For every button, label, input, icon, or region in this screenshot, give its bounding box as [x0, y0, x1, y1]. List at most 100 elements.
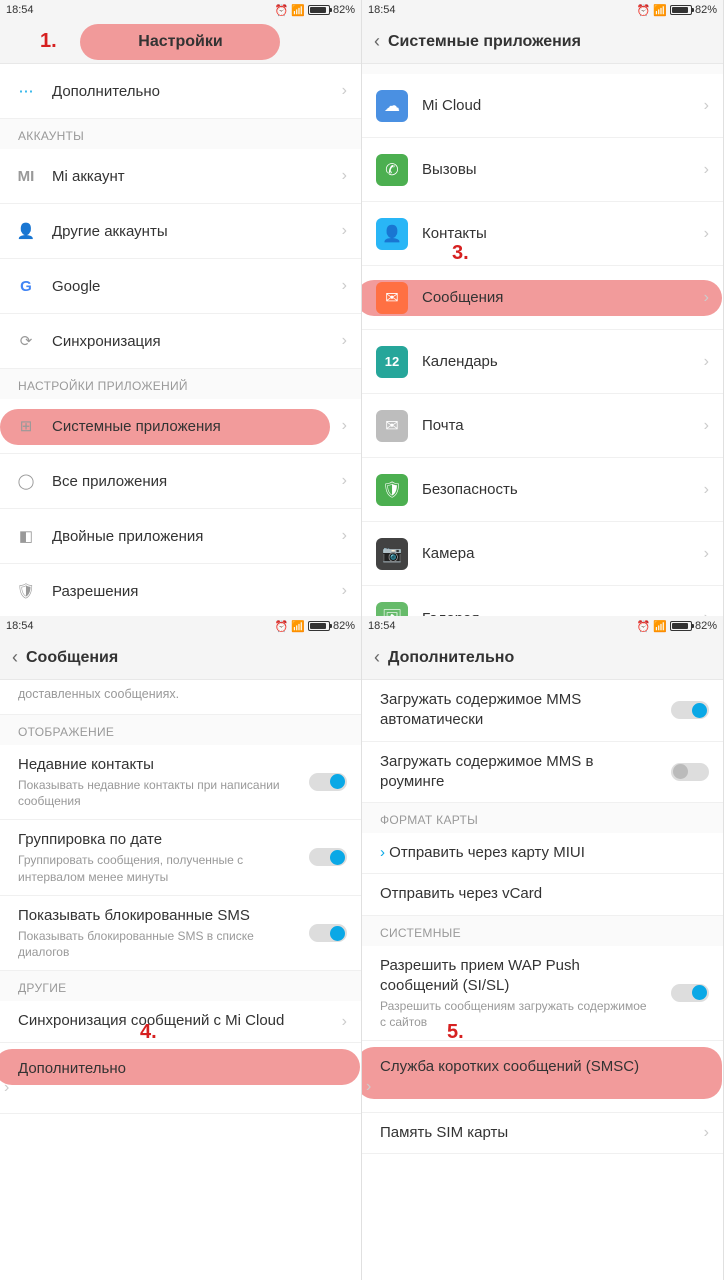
row-mi-cloud[interactable]: ☁ Mi Cloud › [362, 74, 723, 138]
shield-icon: 🛡 [14, 579, 38, 603]
content: ⋯ Дополнительно › АККАУНТЫ MI Mi аккаунт… [0, 64, 361, 616]
back-button[interactable]: ‹ [374, 31, 380, 52]
row-google[interactable]: G Google › [0, 259, 361, 314]
row-sync-cloud[interactable]: Синхронизация сообщений с Mi Cloud › [0, 1001, 361, 1042]
row-all-apps[interactable]: ◯ Все приложения › [0, 454, 361, 509]
chevron-right-icon: › [4, 1079, 9, 1096]
annotation-1: 1. [40, 30, 57, 53]
label: Безопасность [422, 481, 704, 498]
row-wap-push[interactable]: Разрешить прием WAP Push сообщений (SI/S… [362, 946, 723, 1042]
row-group-date[interactable]: Группировка по дате Группировать сообщен… [0, 820, 361, 896]
row-more[interactable]: 4. Дополнительно › [0, 1043, 361, 1114]
chevron-right-icon: › [704, 609, 709, 616]
row-mi-account[interactable]: MI Mi аккаунт › [0, 149, 361, 204]
label: Загружать содержимое MMS в роуминге [380, 752, 705, 793]
row-more[interactable]: ⋯ Дополнительно › [0, 64, 361, 119]
toggle[interactable] [309, 848, 347, 866]
row-mail[interactable]: ✉ Почта › [362, 394, 723, 458]
chevron-right-icon: › [704, 353, 709, 371]
row-mms-auto[interactable]: Загружать содержимое MMS автоматически [362, 680, 723, 742]
status-right: ⏰ 📶 82% [637, 620, 717, 633]
desc: Показывать недавние контакты при написан… [18, 777, 343, 809]
section-card: ФОРМАТ КАРТЫ [362, 803, 723, 833]
chevron-right-icon: › [704, 225, 709, 243]
status-time: 18:54 [6, 4, 34, 16]
chevron-right-icon: › [342, 222, 347, 240]
row-recent-contacts[interactable]: Недавние контакты Показывать недавние ко… [0, 745, 361, 821]
row-calls[interactable]: ✆ Вызовы › [362, 138, 723, 202]
section-system: СИСТЕМНЫЕ [362, 916, 723, 946]
label: Служба коротких сообщений (SMSC) [380, 1057, 705, 1077]
label: Синхронизация [52, 333, 342, 350]
row-send-miui[interactable]: Отправить через карту MIUI [362, 833, 723, 874]
label: Разрешить прием WAP Push сообщений (SI/S… [380, 956, 705, 997]
battery-pct: 82% [695, 620, 717, 632]
desc: Показывать блокированные SMS в списке ди… [18, 928, 343, 960]
row-mms-roaming[interactable]: Загружать содержимое MMS в роуминге [362, 742, 723, 804]
toggle[interactable] [671, 763, 709, 781]
navbar: ‹ Сообщения [0, 636, 361, 680]
signal-icon: 📶 [653, 620, 667, 633]
content: Загружать содержимое MMS автоматически З… [362, 680, 723, 1154]
chevron-right-icon: › [704, 1124, 709, 1142]
row-calendar[interactable]: 12 Календарь › [362, 330, 723, 394]
row-smsc[interactable]: 5. Служба коротких сообщений (SMSC) › [362, 1041, 723, 1112]
dual-icon: ◧ [14, 524, 38, 548]
row-sim-memory[interactable]: Память SIM карты › [362, 1113, 723, 1154]
toggle[interactable] [671, 984, 709, 1002]
label: Двойные приложения [52, 528, 342, 545]
section-apps: НАСТРОЙКИ ПРИЛОЖЕНИЙ [0, 369, 361, 399]
navbar: ‹ Системные приложения [362, 20, 723, 64]
section-accounts: АККАУНТЫ [0, 119, 361, 149]
row-permissions[interactable]: 🛡 Разрешения › [0, 564, 361, 616]
row-dual-apps[interactable]: ◧ Двойные приложения › [0, 509, 361, 564]
label: Синхронизация сообщений с Mi Cloud [18, 1011, 343, 1031]
battery-pct: 82% [333, 4, 355, 16]
row-other-accounts[interactable]: 👤 Другие аккаунты › [0, 204, 361, 259]
google-icon: G [14, 274, 38, 298]
statusbar: 18:54 ⏰ 📶 82% [0, 616, 361, 636]
chevron-right-icon: › [342, 1013, 347, 1031]
row-camera[interactable]: 📷 Камера › [362, 522, 723, 586]
toggle[interactable] [309, 773, 347, 791]
toggle[interactable] [671, 701, 709, 719]
chevron-right-icon: › [704, 161, 709, 179]
row-sync[interactable]: ⟳ Синхронизация › [0, 314, 361, 369]
gallery-icon: 🖼 [376, 602, 408, 616]
row-gallery[interactable]: 🖼 Галерея › [362, 586, 723, 616]
camera-icon: 📷 [376, 538, 408, 570]
section-other: ДРУГИЕ [0, 971, 361, 1001]
navbar: ‹ Дополнительно [362, 636, 723, 680]
status-right: ⏰ 📶 82% [275, 620, 355, 633]
label: Другие аккаунты [52, 223, 342, 240]
row-security[interactable]: 🛡 Безопасность › [362, 458, 723, 522]
signal-icon: 📶 [291, 4, 305, 17]
page-title: Настройки [138, 33, 222, 51]
chevron-right-icon: › [342, 332, 347, 350]
statusbar: 18:54 ⏰ 📶 82% [0, 0, 361, 20]
label: Контакты [422, 225, 704, 242]
label: Сообщения [422, 289, 704, 306]
row-show-blocked[interactable]: Показывать блокированные SMS Показывать … [0, 896, 361, 972]
row-messages[interactable]: 3. ✉ Сообщения › [362, 266, 723, 330]
row-send-vcard[interactable]: Отправить через vCard [362, 874, 723, 915]
statusbar: 18:54 ⏰ 📶 82% [362, 616, 723, 636]
label: Системные приложения [52, 418, 342, 435]
row-system-apps[interactable]: ⊞ Системные приложения › [0, 399, 361, 454]
phone-icon: ✆ [376, 154, 408, 186]
battery-icon [308, 621, 330, 631]
desc: Группировать сообщения, полученные с инт… [18, 852, 343, 884]
circle-icon: ◯ [14, 469, 38, 493]
back-button[interactable]: ‹ [12, 647, 18, 668]
row-contacts[interactable]: 👤 Контакты › [362, 202, 723, 266]
back-button[interactable]: ‹ [374, 647, 380, 668]
statusbar: 18:54 ⏰ 📶 82% [362, 0, 723, 20]
cloud-icon: ☁ [376, 90, 408, 122]
chevron-right-icon: › [342, 417, 347, 435]
user-icon: 👤 [14, 219, 38, 243]
page-title: Системные приложения [388, 33, 581, 51]
chevron-right-icon: › [704, 481, 709, 499]
label: Google [52, 278, 342, 295]
toggle[interactable] [309, 924, 347, 942]
calendar-icon: 12 [376, 346, 408, 378]
